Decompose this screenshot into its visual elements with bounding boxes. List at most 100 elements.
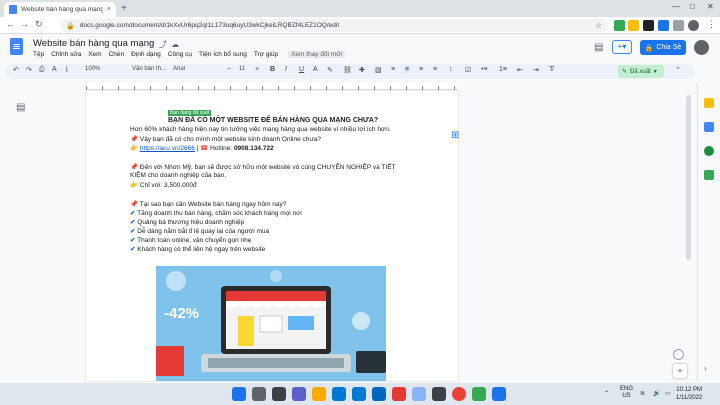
align-right-icon[interactable]: ≡ [419,66,423,73]
justify-icon[interactable]: ≡ [433,66,437,73]
align-left-icon[interactable]: ≡ [391,66,395,73]
italic-icon[interactable]: I [285,66,287,73]
extension-icon[interactable] [614,20,625,31]
store-icon[interactable] [352,387,366,401]
menu-edit[interactable]: Chỉnh sửa [51,51,81,58]
font-size-input[interactable]: 11 [239,66,245,72]
image-icon[interactable]: ▧ [375,66,382,74]
expand-icon[interactable]: + [673,364,687,378]
decrease-indent-icon[interactable]: ⇤ [517,66,523,74]
spellcheck-icon[interactable]: A [52,66,57,73]
maximize-icon[interactable]: □ [690,2,695,11]
checklist-icon[interactable]: ☑ [465,66,471,74]
clear-format-icon[interactable]: T̸ [549,66,553,73]
comment-history-icon[interactable]: ▤ [594,42,603,53]
start-icon[interactable] [232,387,246,401]
browser-menu-icon[interactable]: ⋮ [707,19,716,30]
collapse-toolbar-icon[interactable]: ⌃ [675,66,681,74]
extension-icon[interactable] [658,20,669,31]
browser-tab[interactable]: Website bán hàng qua mạng - G × [4,2,116,17]
zoom-select[interactable]: 100% [85,66,100,72]
forward-icon[interactable]: → [20,19,29,29]
share-button[interactable]: 🔒 Chia Sẻ [640,40,686,55]
omnibox[interactable]: 🔒 docs.google.com/document/d/1kXvUr6pq2q… [60,19,608,32]
battery-icon[interactable]: ▭ [665,390,671,397]
increase-indent-icon[interactable]: ⇥ [533,66,539,74]
contacts-icon[interactable] [704,146,714,156]
minimize-icon[interactable]: — [672,2,680,11]
search-icon[interactable] [252,387,266,401]
paint-format-icon[interactable]: ⌇ [65,66,68,74]
close-window-icon[interactable]: ✕ [707,2,714,11]
text-color-icon[interactable]: A [313,66,318,73]
collapse-panel-icon[interactable]: › [704,364,707,373]
account-avatar[interactable] [694,40,709,55]
extension-icon[interactable] [628,20,639,31]
profile-avatar[interactable] [688,20,699,31]
extension-icon[interactable] [643,20,654,31]
back-icon[interactable]: ← [6,19,15,29]
editing-mode-button[interactable]: ✎ Đã xuất ▾ [618,65,664,78]
puzzle-icon[interactable] [673,20,684,31]
line-spacing-icon[interactable]: ↕ [449,66,453,73]
document-outline-icon[interactable]: ▤ [16,102,25,113]
scrollbar[interactable] [686,95,691,260]
app-icon[interactable] [492,387,506,401]
move-icon[interactable]: ⤴ [159,40,171,49]
close-tab-icon[interactable]: × [107,6,111,13]
bold-icon[interactable]: B [270,66,275,73]
undo-icon[interactable]: ↶ [13,66,19,74]
mail-icon[interactable] [372,387,386,401]
bookmark-star-icon[interactable]: ☆ [595,21,602,30]
menu-tools[interactable]: Công cụ [168,51,192,58]
underline-icon[interactable]: U [299,66,304,73]
menu-file[interactable]: Tệp [33,51,44,58]
tasks-icon[interactable] [704,122,714,132]
ruler[interactable] [86,82,458,90]
menu-addons[interactable]: Tiện ích bổ sung [199,51,247,58]
menu-insert[interactable]: Chèn [109,51,125,58]
maps-icon[interactable] [704,170,714,180]
keep-icon[interactable] [704,98,714,108]
app-icon[interactable] [392,387,406,401]
new-tab-button[interactable]: + [121,3,127,14]
menu-view[interactable]: Xem [88,51,101,58]
file-explorer-icon[interactable] [312,387,326,401]
ecommerce-illustration[interactable]: -42% [156,266,386,381]
cloud-icon[interactable]: ☁ [171,40,183,49]
menu-help[interactable]: Trợ giúp [254,51,278,58]
teams-icon[interactable] [292,387,306,401]
language-indicator[interactable]: ENG US [620,386,633,400]
website-link[interactable]: https://acu.vn/2666 [140,145,195,152]
decrease-font-icon[interactable]: − [227,66,231,73]
increase-font-icon[interactable]: + [255,66,259,73]
style-select[interactable]: Văn bản th... [132,66,166,72]
edge-icon[interactable] [332,387,346,401]
last-edit-link[interactable]: Xem thay đổi mới [288,51,345,58]
app-icon[interactable] [472,387,486,401]
docs-logo-icon[interactable] [10,38,23,55]
reload-icon[interactable]: ↻ [35,19,43,30]
chrome-icon[interactable] [452,387,466,401]
highlight-icon[interactable]: ✎ [327,66,333,74]
explore-icon[interactable] [673,349,684,360]
bulleted-list-icon[interactable]: •≡ [481,66,488,73]
clock[interactable]: 10:12 PM 1/11/2022 [676,386,702,402]
align-center-icon[interactable]: ≡ [405,66,410,73]
print-icon[interactable]: ⎙ [39,66,45,74]
volume-icon[interactable]: 🔊 [653,390,660,397]
lock-icon[interactable]: 🔒 [66,22,75,30]
comment-icon[interactable]: ✚ [359,66,365,74]
numbered-list-icon[interactable]: 1≡ [499,66,507,73]
link-icon[interactable]: ⛓ [343,66,352,74]
document-page[interactable]: Bạn đang đã xuất BẠN ĐÃ CÓ MỘT WEBSITE Đ… [86,91,458,381]
redo-icon[interactable]: ↷ [26,66,32,74]
wifi-icon[interactable]: ≋ [640,390,645,397]
menu-format[interactable]: Định dạng [131,51,161,58]
task-view-icon[interactable] [272,387,286,401]
app-icon[interactable] [412,387,426,401]
tray-chevron-icon[interactable]: ⌃ [604,390,609,397]
font-select[interactable]: Arial [173,66,185,72]
present-button[interactable]: +▾ [612,40,632,54]
app-icon[interactable] [432,387,446,401]
